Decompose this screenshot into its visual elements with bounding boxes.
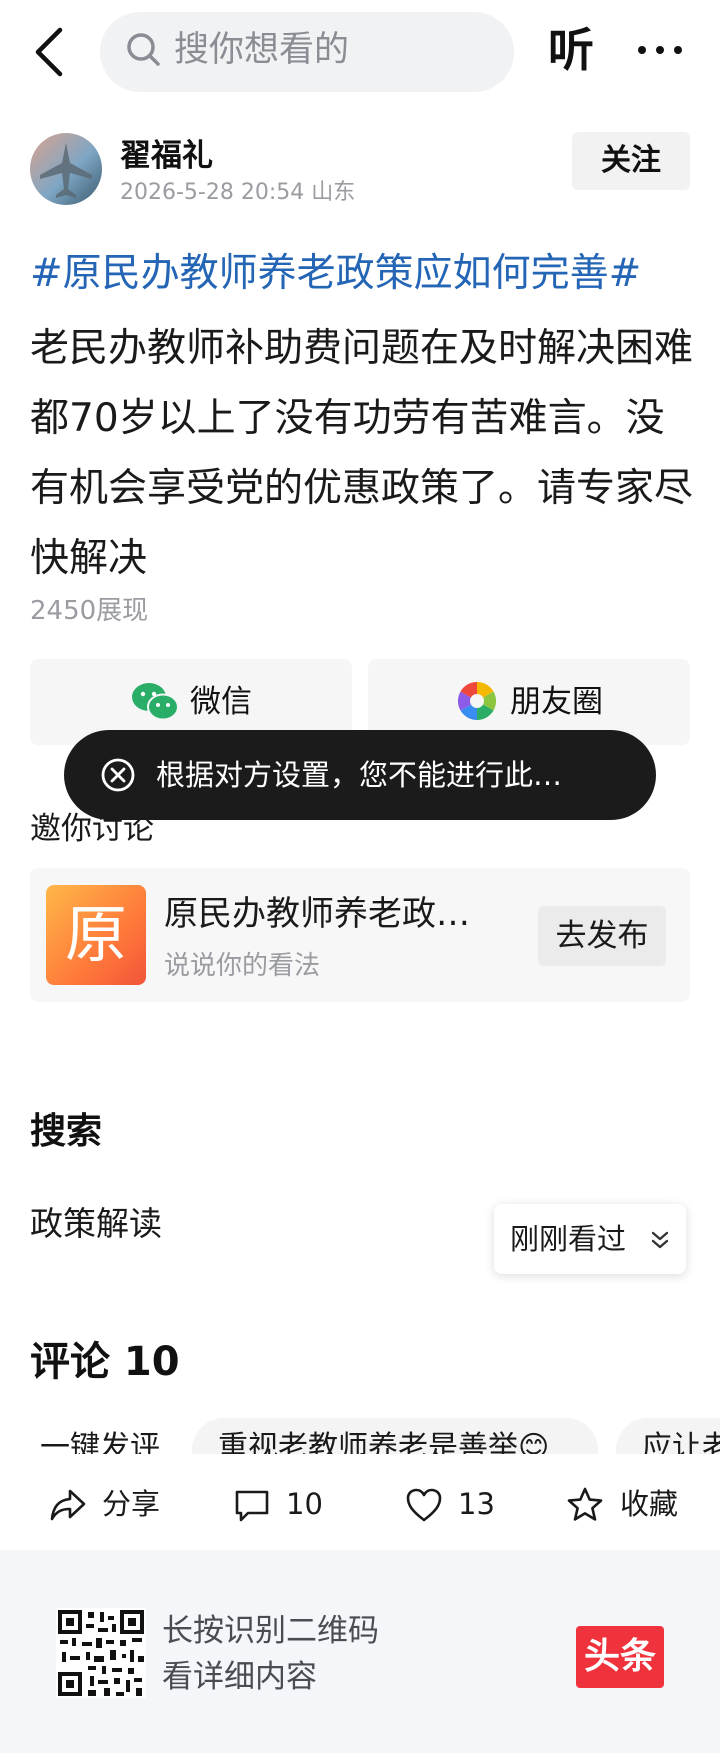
author-name[interactable]: 翟福礼 [120, 136, 213, 176]
error-circle-icon [101, 758, 135, 792]
chevron-double-down-icon [651, 1231, 669, 1249]
share-action-label[interactable]: 分享 [102, 1484, 160, 1524]
listen-button[interactable]: 听 [548, 20, 594, 80]
follow-button[interactable]: 关注 [572, 132, 690, 190]
comment-count[interactable]: 10 [286, 1484, 323, 1524]
toutiao-logo: 头条 [576, 1626, 664, 1688]
back-icon[interactable] [30, 26, 70, 78]
topic-card-subtitle: 说说你的看法 [164, 951, 321, 981]
topic-thumbnail: 原 [46, 885, 146, 985]
share-icon[interactable] [48, 1485, 88, 1525]
post-content: 老民办教师补助费问题在及时解决困难都70岁以上了没有功劳有苦难言。没有机会享受党… [30, 326, 694, 581]
search-section-title: 搜索 [30, 1111, 103, 1152]
avatar[interactable] [30, 133, 102, 205]
topic-card-title[interactable]: 原民办教师养老政… [164, 891, 470, 937]
quick-comment-chip[interactable]: 一键发评 [14, 1418, 184, 1454]
star-icon[interactable] [565, 1485, 605, 1525]
moments-icon [457, 681, 497, 721]
comment-icon[interactable] [232, 1485, 272, 1525]
quick-comment-chips: 一键发评 重视老教师养老是善举😊 应让老 [0, 1418, 720, 1454]
favorite-label[interactable]: 收藏 [620, 1484, 678, 1524]
jet-icon [40, 143, 92, 198]
qr-code [56, 1608, 146, 1698]
wechat-icon [132, 683, 179, 721]
publish-button[interactable]: 去发布 [538, 906, 666, 966]
toast-text: 根据对方设置，您不能进行此… [156, 758, 563, 792]
recently-viewed-label: 刚刚看过 [510, 1222, 627, 1256]
qr-hint-line1: 长按识别二维码 [162, 1613, 379, 1649]
search-placeholder[interactable]: 搜你想看的 [174, 26, 349, 74]
quick-comment-chip[interactable]: 重视老教师养老是善举😊 [192, 1418, 598, 1454]
heart-icon[interactable] [404, 1485, 444, 1525]
search-suggestion[interactable]: 政策解读 [30, 1202, 162, 1246]
view-count: 2450展现 [30, 596, 149, 626]
like-count[interactable]: 13 [458, 1484, 495, 1524]
quick-comment-chip[interactable]: 应让老 [616, 1418, 720, 1454]
qr-hint-line2: 看详细内容 [162, 1659, 317, 1695]
comments-title: 评论 10 [30, 1339, 180, 1385]
search-icon [127, 33, 160, 66]
topic-hashtag[interactable]: #原民办教师养老政策应如何完善# [30, 248, 641, 300]
more-icon[interactable] [634, 40, 714, 60]
post-timestamp-location: 2026-5-28 20:54 山东 [120, 180, 356, 205]
